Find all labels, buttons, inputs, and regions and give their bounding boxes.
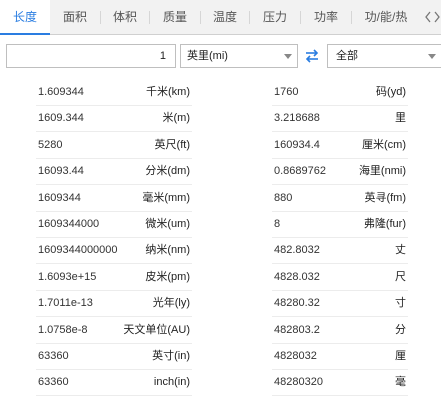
result-unit: 微米(um) xyxy=(145,218,190,230)
result-unit: 纳米(nm) xyxy=(145,244,190,257)
result-unit: 天文单位(AU) xyxy=(123,323,190,336)
result-row: 5280 英尺(ft) 160934.4 厘米(cm) xyxy=(0,132,441,159)
result-unit: 弗隆(fur) xyxy=(363,218,406,230)
result-value: 5280 xyxy=(38,138,63,151)
result-value: 1609.344 xyxy=(38,112,84,125)
tab-power[interactable]: 功率 xyxy=(301,0,351,34)
result-row: 1.609344 千米(km) 1760 码(yd) xyxy=(0,79,441,106)
result-row: 1.7011e-13 光年(ly) 48280.32 寸 xyxy=(0,290,441,318)
result-value: 8 xyxy=(274,218,281,230)
result-unit: 米(m) xyxy=(162,112,191,125)
result-unit: 英寸(in) xyxy=(152,350,190,362)
tab-mass[interactable]: 质量 xyxy=(150,0,200,34)
value-input[interactable]: 1 xyxy=(6,44,176,68)
chevron-left-right-icon[interactable] xyxy=(423,9,441,25)
result-unit: 英寻(fm) xyxy=(364,191,406,204)
result-unit: 厘米(cm) xyxy=(362,138,406,151)
result-row: 1609.344 米(m) 3.218688 里 xyxy=(0,105,441,133)
result-row: 16093.44 分米(dm) 0.8689762 海里(nmi) xyxy=(0,158,441,186)
result-row: 63360 英寸(in) 4828032 厘 xyxy=(0,343,441,370)
tab-length[interactable]: 长度 xyxy=(0,0,50,35)
result-unit: 皮米(pm) xyxy=(145,270,190,283)
result-unit: 分米(dm) xyxy=(145,165,190,178)
result-unit: 毫米(mm) xyxy=(142,191,190,204)
result-value: 880 xyxy=(274,191,293,204)
result-row: 1.6093e+15 皮米(pm) 4828.032 尺 xyxy=(0,264,441,291)
result-value: 1760 xyxy=(274,86,299,98)
result-unit: 厘 xyxy=(395,350,406,362)
result-unit: 光年(ly) xyxy=(152,297,190,310)
category-select-value: 全部 xyxy=(336,50,358,62)
chevron-down-icon xyxy=(284,54,292,59)
result-value: 1.609344 xyxy=(38,86,84,98)
result-unit: inch(in) xyxy=(153,376,190,389)
result-unit: 毫 xyxy=(395,376,406,389)
result-unit: 分 xyxy=(395,323,406,336)
result-unit: 里 xyxy=(395,112,406,125)
tab-area[interactable]: 面积 xyxy=(50,0,100,34)
unit-select[interactable]: 英里(mi) xyxy=(180,44,298,68)
category-select[interactable]: 全部 xyxy=(327,44,441,68)
result-row: 1609344000 微米(um) 8 弗隆(fur) xyxy=(0,211,441,238)
result-unit: 千米(km) xyxy=(146,86,190,98)
tab-temperature[interactable]: 温度 xyxy=(201,0,249,34)
result-value: 63360 xyxy=(38,350,69,362)
result-unit: 寸 xyxy=(395,297,406,310)
tab-bar: 长度 面积 体积 质量 温度 压力 功率 功/能/热 xyxy=(0,0,441,35)
result-unit: 码(yd) xyxy=(376,86,406,98)
result-row: 1609344000000 纳米(nm) 482.8032 丈 xyxy=(0,237,441,265)
swap-icon[interactable] xyxy=(300,44,324,68)
result-row: 1.0758e-8 天文单位(AU) 482803.2 分 xyxy=(0,317,441,344)
result-unit: 海里(nmi) xyxy=(358,165,406,178)
chevron-down-icon xyxy=(428,54,436,59)
tab-pressure[interactable]: 压力 xyxy=(250,0,300,34)
result-unit: 尺 xyxy=(395,270,406,283)
row-divider xyxy=(272,395,408,397)
result-row: 63360 inch(in) 48280320 毫 xyxy=(0,369,441,397)
result-value: 1609344 xyxy=(38,191,81,204)
tab-volume[interactable]: 体积 xyxy=(101,0,149,34)
unit-select-value: 英里(mi) xyxy=(187,50,228,62)
result-value: 63360 xyxy=(38,376,69,389)
result-unit: 英尺(ft) xyxy=(154,138,190,151)
result-row: 1609344 毫米(mm) 880 英寻(fm) xyxy=(0,185,441,212)
result-value: 16093.44 xyxy=(38,165,84,178)
row-divider xyxy=(36,395,192,397)
result-unit: 丈 xyxy=(395,244,406,257)
tab-work-energy-heat[interactable]: 功/能/热 xyxy=(352,0,420,34)
